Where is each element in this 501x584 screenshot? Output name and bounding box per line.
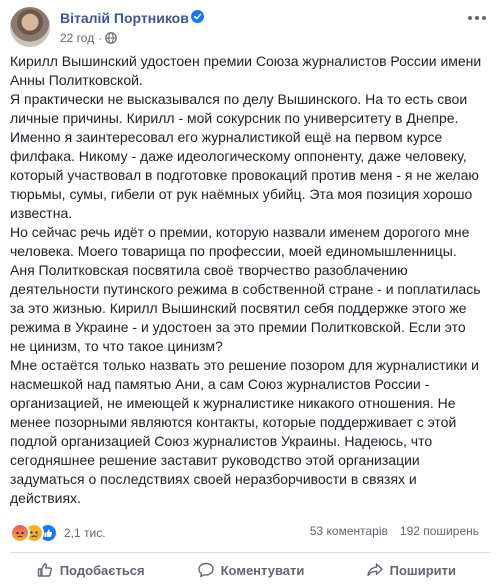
share-button-label: Поширити	[389, 562, 457, 578]
post-body: Кирилл Вышинский удостоен премии Союза ж…	[10, 52, 482, 508]
more-dot-icon	[468, 16, 472, 20]
post-meta: 22 год ·	[60, 31, 118, 45]
post-timestamp[interactable]: 22 год	[60, 31, 94, 45]
post-paragraph: Я практически не высказывался по делу Вы…	[10, 91, 479, 221]
thumbs-up-icon	[37, 563, 52, 577]
post-paragraph: Но сейчас речь идёт о премии, которую на…	[10, 224, 481, 354]
shares-count[interactable]: 192 поширень	[400, 524, 479, 538]
post-actions: Подобається Коментувати Поширити	[10, 556, 491, 584]
more-options-button[interactable]	[468, 14, 486, 22]
more-dot-icon	[475, 16, 479, 20]
verified-badge-icon	[191, 10, 204, 23]
post-paragraph: Мне остаётся только назвать это решение …	[10, 357, 479, 506]
post-paragraph: Кирилл Вышинский удостоен премии Союза ж…	[10, 53, 482, 88]
post-header: Віталій Портников 22 год ·	[0, 0, 501, 52]
comment-button-label: Коментувати	[220, 562, 305, 578]
author-avatar[interactable]	[10, 7, 50, 47]
author-name[interactable]: Віталій Портников	[60, 10, 189, 26]
comment-icon	[197, 562, 214, 578]
facebook-post: Віталій Портников 22 год · Кирилл Вышинс…	[0, 0, 501, 584]
share-button[interactable]: Поширити	[331, 556, 491, 584]
share-arrow-icon	[366, 563, 383, 577]
meta-separator: ·	[98, 31, 103, 45]
comment-button[interactable]: Коментувати	[170, 556, 330, 584]
post-stats: 2,1 тис. 53 коментарів 192 поширень	[10, 521, 491, 543]
like-button[interactable]: Подобається	[10, 556, 170, 584]
reactions-count: 2,1 тис.	[64, 526, 106, 540]
comments-count[interactable]: 53 коментарів	[310, 524, 388, 538]
reactions-summary[interactable]: 2,1 тис.	[10, 523, 106, 543]
globe-icon[interactable]	[105, 32, 118, 44]
actions-divider	[10, 552, 491, 553]
more-dot-icon	[482, 16, 486, 20]
like-button-label: Подобається	[59, 562, 145, 578]
angry-reaction-icon	[10, 523, 30, 543]
engagement-counts: 53 коментарів 192 поширень	[310, 524, 479, 538]
